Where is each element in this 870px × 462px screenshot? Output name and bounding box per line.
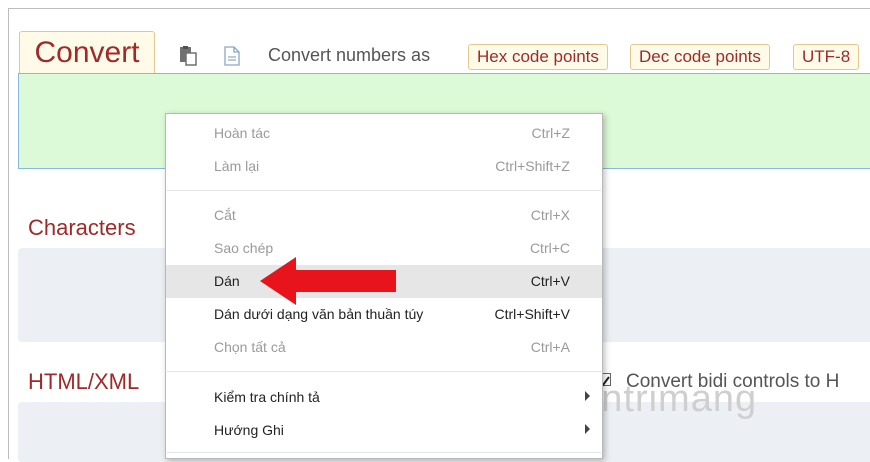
menu-item-shortcut: Ctrl+V — [530, 273, 570, 289]
menu-item-shortcut: Ctrl+A — [530, 339, 570, 355]
menu-item-label: Cắt — [214, 207, 236, 223]
menu-item-label: Hướng Ghi — [214, 422, 284, 438]
menu-separator — [167, 452, 601, 453]
menu-item-shortcut: Ctrl+C — [529, 240, 570, 256]
convert-as-label: Convert numbers as — [268, 45, 431, 65]
dec-code-points-button[interactable]: Dec code points — [630, 44, 770, 70]
menu-item-shortcut: Ctrl+X — [530, 207, 570, 223]
paste-icon[interactable] — [178, 46, 198, 71]
convert-button[interactable]: Convert — [19, 31, 155, 75]
document-icon[interactable] — [224, 46, 240, 71]
menu-item-label: Dán dưới dạng văn bản thuần túy — [214, 306, 424, 322]
menu-item-writing-direction[interactable]: Hướng Ghi — [166, 414, 602, 447]
hex-code-points-button[interactable]: Hex code points — [468, 44, 608, 70]
red-arrow-icon — [260, 257, 396, 305]
menu-item-label: Sao chép — [214, 240, 274, 256]
menu-item-shortcut: Ctrl+Shift+Z — [495, 158, 570, 174]
menu-item-label: Kiểm tra chính tả — [214, 389, 320, 405]
menu-item-spellcheck[interactable]: Kiểm tra chính tả — [166, 381, 602, 414]
menu-item-cut[interactable]: Cắt Ctrl+X — [166, 199, 602, 232]
menu-item-label: Làm lại — [214, 158, 260, 174]
menu-separator — [167, 371, 601, 372]
bidi-label: Convert bidi controls to H — [626, 371, 840, 392]
chevron-right-icon — [585, 424, 590, 434]
menu-item-shortcut: Ctrl+Z — [531, 125, 571, 141]
menu-item-select-all[interactable]: Chọn tất cả Ctrl+A — [166, 331, 602, 364]
menu-item-label: Chọn tất cả — [214, 339, 286, 355]
characters-heading: Characters — [28, 215, 136, 240]
menu-item-label: Hoàn tác — [214, 125, 271, 141]
menu-item-redo[interactable]: Làm lại Ctrl+Shift+Z — [166, 150, 602, 183]
menu-separator — [167, 190, 601, 191]
menu-item-undo[interactable]: Hoàn tác Ctrl+Z — [166, 117, 602, 150]
menu-item-label: Dán — [214, 273, 240, 289]
utf8-button[interactable]: UTF-8 — [793, 44, 860, 70]
chevron-right-icon — [585, 391, 590, 401]
html-xml-heading: HTML/XML — [28, 369, 140, 394]
menu-item-shortcut: Ctrl+Shift+V — [494, 306, 570, 322]
